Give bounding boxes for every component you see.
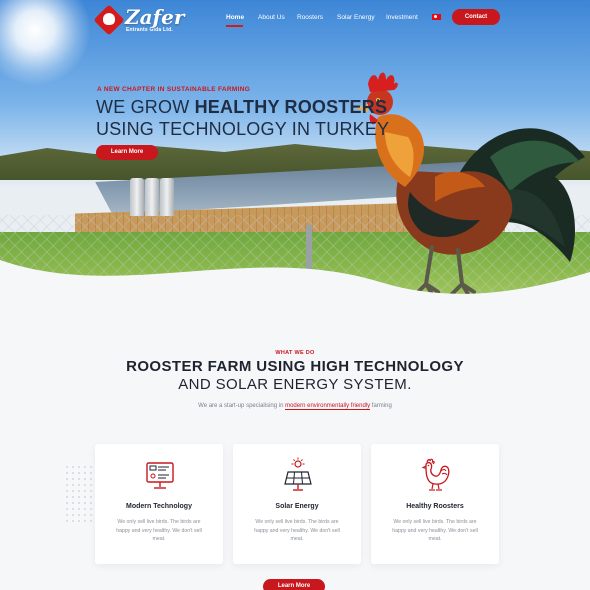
section-learn-more-button[interactable]: Learn More — [263, 579, 325, 590]
brand-subtitle: Entrants Gıda Ltd. — [126, 27, 173, 33]
hero-title-line2: USING TECHNOLOGY IN TURKEY — [96, 119, 390, 139]
card-body: We only sell live birds. The birds are h… — [116, 519, 202, 542]
card-title: Solar Energy — [275, 503, 319, 510]
desc-highlight-link[interactable]: modern environmentally friendly — [285, 403, 371, 410]
nav-about-us[interactable]: About Us — [258, 14, 285, 21]
section-title-line2: AND SOLAR ENERGY SYSTEM. — [178, 376, 412, 393]
solar-panel-icon — [284, 457, 312, 491]
sun-glare — [0, 0, 90, 85]
rooster-logo-icon — [103, 13, 115, 25]
hero-wave-divider — [0, 260, 590, 300]
brand-name[interactable]: Zafer — [125, 5, 184, 29]
contact-button[interactable]: Contact — [452, 9, 500, 25]
card-body: We only sell live birds. The birds are h… — [254, 519, 340, 542]
section-title-line1: ROOSTER FARM USING HIGH TECHNOLOGY — [126, 358, 464, 375]
section-description: We are a start-up specialising in modern… — [0, 403, 590, 410]
hero-title-bold: HEALTHY ROOSTERS — [194, 97, 388, 117]
nav-home[interactable]: Home — [226, 14, 244, 21]
feature-card-solar[interactable]: Solar Energy We only sell live birds. Th… — [233, 444, 361, 564]
nav-roosters[interactable]: Roosters — [297, 14, 323, 21]
turkey-flag-icon[interactable] — [432, 14, 441, 20]
card-title: Healthy Roosters — [406, 503, 464, 510]
nav-solar-energy[interactable]: Solar Energy — [337, 14, 375, 21]
feature-card-roosters[interactable]: Healthy Roosters We only sell live birds… — [371, 444, 499, 564]
decorative-dot-grid — [64, 464, 94, 524]
section-kicker: WHAT WE DO — [275, 350, 315, 356]
nav-active-indicator — [226, 25, 243, 27]
card-body: We only sell live birds. The birds are h… — [392, 519, 478, 542]
silo — [160, 178, 174, 216]
hero-title-prefix: WE GROW — [96, 97, 195, 117]
silo — [130, 178, 144, 216]
hero-kicker: A NEW CHAPTER IN SUSTAINABLE FARMING — [97, 86, 251, 93]
desc-suffix: farming — [370, 403, 392, 409]
rooster-icon — [421, 458, 450, 491]
hero-learn-more-button[interactable]: Learn More — [96, 145, 158, 160]
monitor-icon — [146, 462, 174, 489]
desc-prefix: We are a start-up specialising in — [198, 403, 286, 409]
feature-card-technology[interactable]: Modern Technology We only sell live bird… — [95, 444, 223, 564]
nav-investment[interactable]: Investment — [386, 14, 418, 21]
hero-title-line1: WE GROW HEALTHY ROOSTERS — [96, 97, 387, 118]
hero-section — [0, 0, 590, 300]
card-title: Modern Technology — [126, 503, 192, 510]
silo — [145, 178, 159, 216]
